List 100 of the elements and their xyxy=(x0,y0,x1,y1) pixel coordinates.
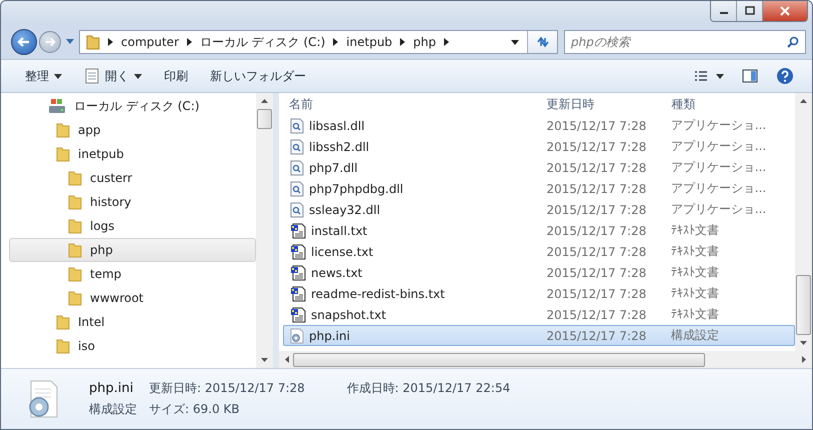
file-name: news.txt xyxy=(311,266,362,280)
search-icon[interactable] xyxy=(787,36,799,48)
tree-item[interactable]: php xyxy=(9,238,256,262)
chevron-icon[interactable] xyxy=(108,38,113,46)
file-name: php7.dll xyxy=(309,160,358,174)
left-arrow-icon[interactable] xyxy=(285,356,289,363)
search-field[interactable]: phpの検索 xyxy=(564,30,806,54)
refresh-icon xyxy=(536,36,550,48)
caret-icon xyxy=(54,74,62,78)
folder-icon xyxy=(68,242,82,258)
file-row[interactable]: install.txt 2015/12/17 7:28 ﾃｷｽﾄ文書 xyxy=(283,220,795,241)
tree-label: app xyxy=(78,123,101,137)
folder-icon xyxy=(56,314,70,330)
column-header[interactable]: 種類 xyxy=(665,96,795,112)
refresh-button[interactable] xyxy=(527,31,557,53)
tree-item[interactable]: history xyxy=(9,190,256,214)
file-name: snapshot.txt xyxy=(311,308,386,322)
file-type: アプリケーショ... xyxy=(670,159,768,176)
chevron-icon[interactable] xyxy=(186,38,192,46)
text-file-icon xyxy=(290,222,306,238)
maximize-button[interactable] xyxy=(737,1,763,21)
text-file-icon xyxy=(290,286,306,302)
tree-item[interactable]: temp xyxy=(9,262,256,286)
folder-icon xyxy=(68,218,82,234)
column-header[interactable]: 更新日時 xyxy=(540,96,666,112)
scrollbar-thumb[interactable] xyxy=(293,352,705,366)
file-row[interactable]: libssh2.dll 2015/12/17 7:28 アプリケーショ... xyxy=(283,136,795,157)
toolbar-button[interactable]: 新しいフォルダー xyxy=(202,64,314,88)
scrollbar-thumb[interactable] xyxy=(257,109,272,129)
minimize-button[interactable] xyxy=(711,1,737,21)
modified-date: 2015/12/17 7:28 xyxy=(545,328,648,342)
file-row[interactable]: php.ini 2015/12/17 7:28 構成設定 xyxy=(283,325,795,346)
folder-icon xyxy=(56,338,70,354)
folder-icon xyxy=(68,266,82,282)
tree-label: history xyxy=(90,195,132,209)
folder-icon xyxy=(56,122,70,138)
chevron-icon[interactable] xyxy=(400,38,406,46)
file-row[interactable]: news.txt 2015/12/17 7:28 ﾃｷｽﾄ文書 xyxy=(283,262,795,283)
file-row[interactable]: license.txt 2015/12/17 7:28 ﾃｷｽﾄ文書 xyxy=(283,241,795,262)
toolbar-label: 開く xyxy=(105,68,129,84)
tree-item[interactable]: iso xyxy=(9,334,256,358)
tree-item[interactable]: logs xyxy=(9,214,256,238)
breadcrumb[interactable]: ローカル ディスク (C:) xyxy=(200,34,326,50)
file-row[interactable]: ssleay32.dll 2015/12/17 7:28 アプリケーショ... xyxy=(283,199,795,220)
modified-date: 2015/12/17 7:28 xyxy=(545,224,648,238)
right-arrow-icon[interactable] xyxy=(802,356,806,363)
file-name: php.ini xyxy=(309,328,350,342)
tree-label: iso xyxy=(78,339,95,353)
breadcrumb[interactable]: computer xyxy=(121,35,179,49)
chevron-icon[interactable] xyxy=(333,38,338,46)
modified-date: 2015/12/17 7:28 xyxy=(545,286,648,300)
tree-label: wwwroot xyxy=(90,291,144,305)
toolbar-button[interactable]: 整理 xyxy=(17,64,70,88)
modified-date: 2015/12/17 7:28 xyxy=(545,160,648,174)
back-button[interactable] xyxy=(11,29,37,55)
dll-file-icon xyxy=(290,160,304,176)
breadcrumb[interactable]: inetpub xyxy=(346,35,392,49)
close-button[interactable] xyxy=(763,1,807,21)
file-name: install.txt xyxy=(311,224,368,238)
file-row[interactable]: php7.dll 2015/12/17 7:28 アプリケーショ... xyxy=(283,157,795,178)
tree-label: inetpub xyxy=(78,147,124,161)
maximize-icon xyxy=(744,6,756,16)
file-row[interactable]: php7phpdbg.dll 2015/12/17 7:28 アプリケーショ... xyxy=(283,178,795,199)
down-arrow-icon[interactable] xyxy=(800,341,807,345)
chevron-icon[interactable] xyxy=(444,38,450,46)
up-arrow-icon[interactable] xyxy=(800,99,807,103)
folder-icon xyxy=(68,194,82,210)
toolbar-label: 印刷 xyxy=(164,68,188,84)
file-type: アプリケーショ... xyxy=(670,117,768,134)
scrollbar[interactable] xyxy=(256,93,273,368)
file-row[interactable]: snapshot.txt 2015/12/17 7:28 ﾃｷｽﾄ文書 xyxy=(283,304,795,325)
folder-icon xyxy=(86,34,100,50)
file-name: libssh2.dll xyxy=(309,140,370,154)
breadcrumb[interactable]: php xyxy=(413,35,436,49)
scrollbar[interactable] xyxy=(795,93,812,351)
settings-file-icon xyxy=(290,328,304,344)
right-arrow-icon xyxy=(43,35,57,49)
tree-label: custerr xyxy=(90,171,132,185)
toolbar-button[interactable]: 開く xyxy=(76,64,150,88)
scrollbar-thumb[interactable] xyxy=(796,275,811,335)
dropdown-icon[interactable] xyxy=(511,40,519,44)
up-arrow-icon[interactable] xyxy=(261,99,268,103)
tree-item[interactable]: ローカル ディスク (C:) xyxy=(9,94,256,118)
modified-date: 2015/12/17 7:28 xyxy=(545,244,648,258)
tree-item[interactable]: inetpub xyxy=(9,142,256,166)
file-row[interactable]: libsasl.dll 2015/12/17 7:28 アプリケーショ... xyxy=(283,115,795,136)
tree-item[interactable]: custerr xyxy=(9,166,256,190)
column-header[interactable]: 名前 xyxy=(283,96,540,112)
modified-date: 更新日時: 2015/12/17 7:28 xyxy=(149,380,305,397)
file-row[interactable]: readme-redist-bins.txt 2015/12/17 7:28 ﾃｷｽﾄ文書 xyxy=(283,283,795,304)
down-arrow-icon[interactable] xyxy=(261,358,268,362)
modified-date: 2015/12/17 7:28 xyxy=(545,118,648,132)
tree-label: Intel xyxy=(78,315,105,329)
toolbar-button[interactable]: 印刷 xyxy=(156,64,196,88)
tree-item[interactable]: wwwroot xyxy=(9,286,256,310)
scrollbar[interactable] xyxy=(279,351,812,368)
address-bar[interactable]: computer ローカル ディスク (C:) inetpub php xyxy=(79,30,558,54)
tree-item[interactable]: Intel xyxy=(9,310,256,334)
pane-icon xyxy=(742,69,758,83)
tree-item[interactable]: app xyxy=(9,118,256,142)
